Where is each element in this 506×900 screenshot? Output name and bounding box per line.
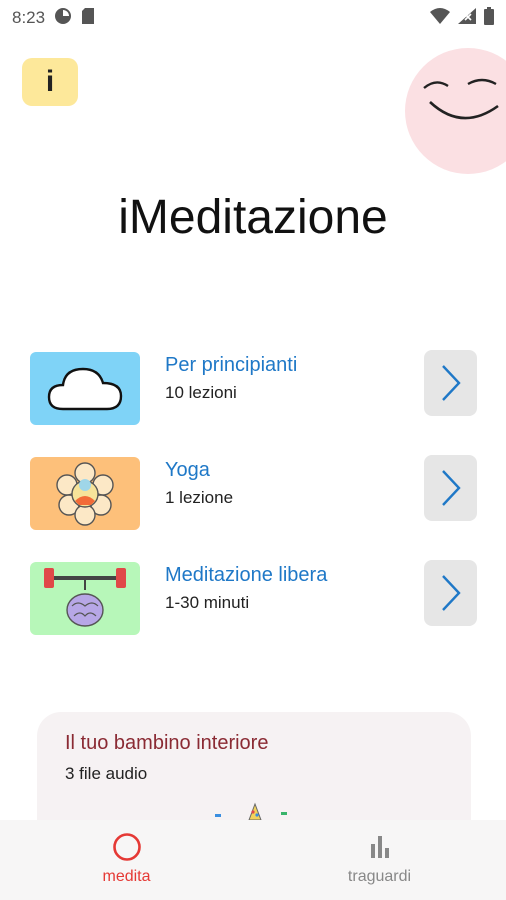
- sd-card-icon: [81, 7, 95, 30]
- promo-title: Il tuo bambino interiore: [65, 732, 269, 754]
- status-right: [430, 6, 494, 30]
- open-free-meditation-button[interactable]: [424, 560, 477, 626]
- row-title: Meditazione libera: [165, 564, 328, 586]
- signal-icon: [458, 7, 476, 29]
- row-subtitle: 10 lezioni: [165, 383, 237, 402]
- bottom-navigation: medita traguardi: [0, 820, 506, 900]
- bar-chart-icon: [370, 836, 389, 858]
- chevron-right-icon: [441, 575, 461, 611]
- status-time: 8:23: [12, 8, 46, 27]
- row-title: Yoga: [165, 459, 210, 481]
- open-beginners-button[interactable]: [424, 350, 477, 416]
- circle-icon: [112, 833, 141, 861]
- open-yoga-button[interactable]: [424, 455, 477, 521]
- tab-traguardi[interactable]: traguardi: [253, 820, 506, 900]
- row-subtitle: 1 lezione: [165, 488, 234, 507]
- list-item-beginners[interactable]: Per principianti 10 lezioni: [0, 350, 506, 426]
- promo-subtitle: 3 file audio: [65, 764, 148, 783]
- status-left: 8:23: [12, 6, 95, 31]
- app-title: iMeditazione: [118, 191, 388, 244]
- confetti-icon: [215, 802, 287, 821]
- notification-icon: [53, 6, 73, 31]
- list-item-yoga[interactable]: Yoga 1 lezione: [0, 455, 506, 531]
- row-title: Per principianti: [165, 354, 298, 376]
- info-button[interactable]: i: [22, 58, 78, 106]
- info-icon: i: [45, 65, 55, 98]
- tab-label: medita: [102, 868, 151, 885]
- wifi-icon: [430, 7, 450, 29]
- tab-medita[interactable]: medita: [0, 820, 253, 900]
- cloud-icon: [30, 352, 140, 425]
- row-subtitle: 1-30 minuti: [165, 593, 250, 612]
- smiling-face-icon: [405, 48, 506, 174]
- brain-barbell-icon: [30, 562, 140, 635]
- yoga-flower-icon: [30, 457, 140, 530]
- tab-label: traguardi: [347, 868, 412, 885]
- status-bar: 8:23: [0, 0, 506, 36]
- battery-icon: [484, 6, 494, 30]
- chevron-right-icon: [441, 365, 461, 401]
- chevron-right-icon: [441, 470, 461, 506]
- list-item-free-meditation[interactable]: Meditazione libera 1-30 minuti: [0, 560, 506, 636]
